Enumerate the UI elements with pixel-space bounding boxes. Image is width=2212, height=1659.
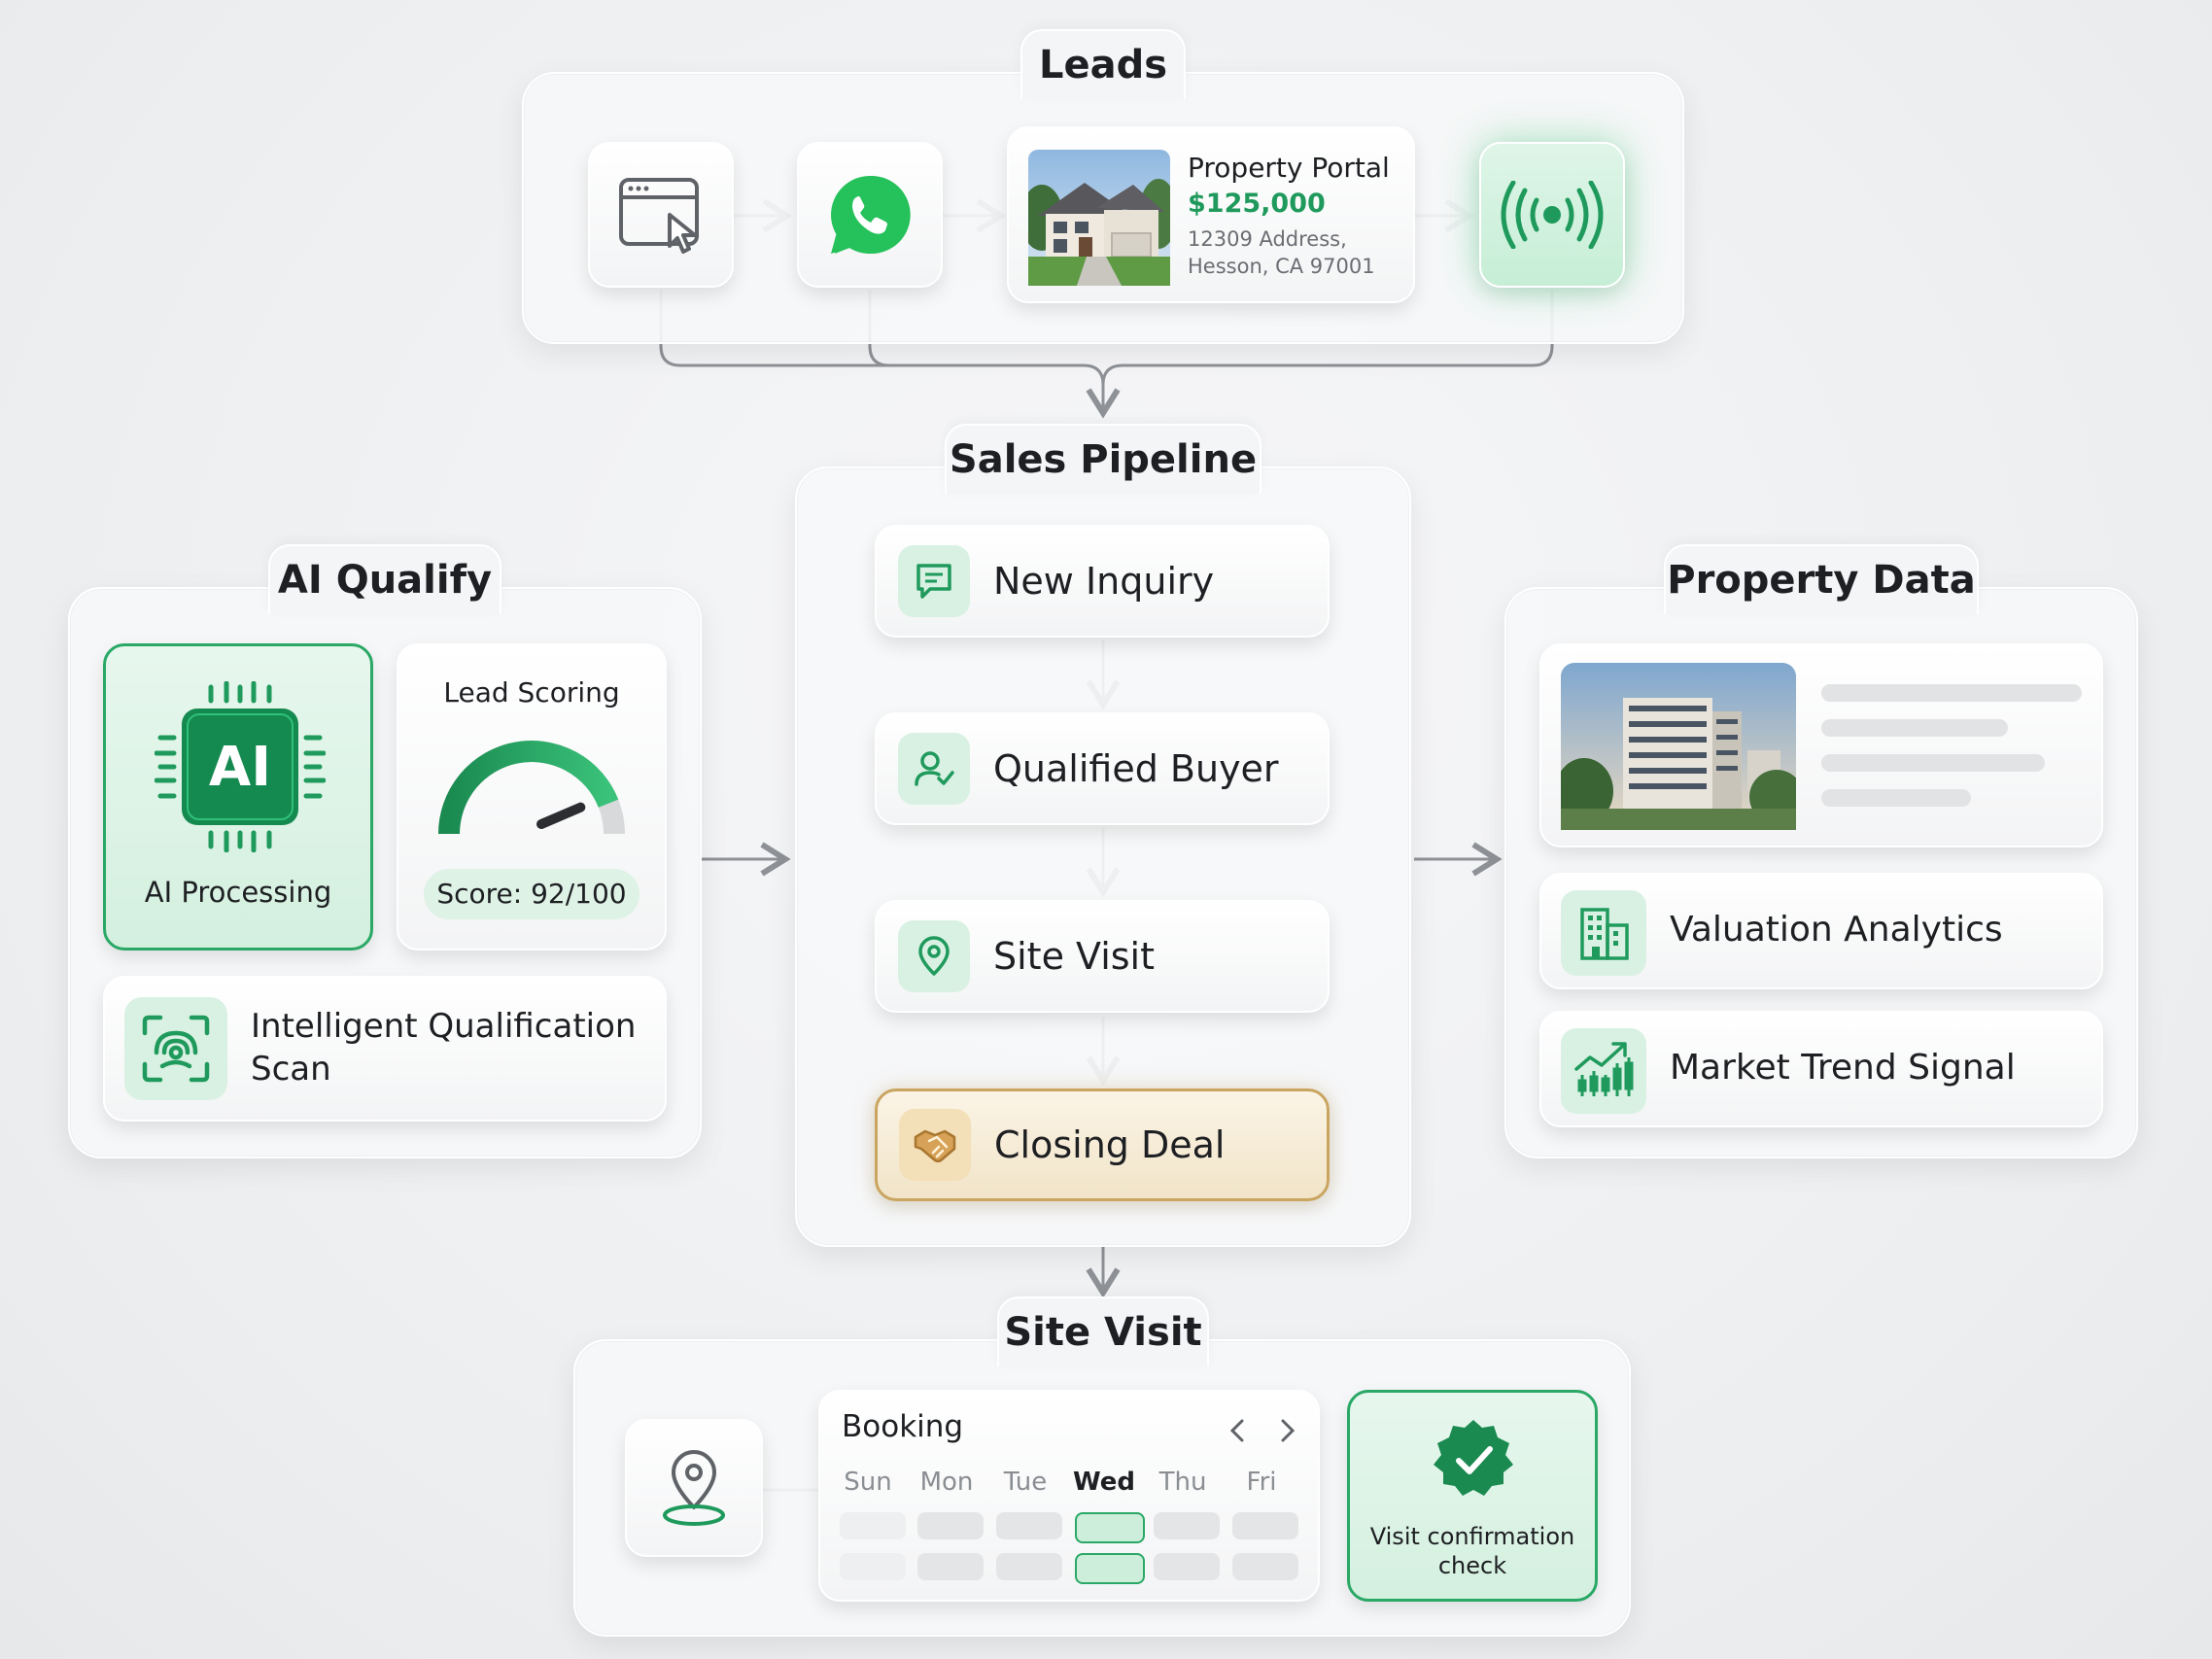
scan-icon-box bbox=[124, 997, 227, 1100]
broadcast-lead-card[interactable] bbox=[1479, 142, 1625, 288]
market-icon-box bbox=[1561, 1028, 1646, 1114]
valuation-label: Valuation Analytics bbox=[1670, 910, 2003, 950]
stage-new-inquiry[interactable]: New Inquiry bbox=[875, 525, 1330, 638]
calendar-slot-selected[interactable] bbox=[1075, 1553, 1145, 1584]
placeholder-line bbox=[1821, 684, 2082, 702]
scan-label-line2: Scan bbox=[251, 1050, 331, 1089]
calendar-slot[interactable] bbox=[917, 1512, 984, 1539]
property-listing-card[interactable] bbox=[1539, 643, 2103, 847]
browser-click-icon bbox=[619, 178, 699, 254]
lead-scoring-title: Lead Scoring bbox=[443, 676, 620, 709]
confirmation-line2: check bbox=[1437, 1552, 1507, 1579]
stage-label: Closing Deal bbox=[994, 1123, 1226, 1166]
sales-pipeline-title: Sales Pipeline bbox=[945, 424, 1262, 494]
confirmation-line1: Visit confirmation bbox=[1369, 1523, 1575, 1550]
booking-card[interactable]: Booking Sun Mon Tue Wed Thu Fri bbox=[818, 1390, 1320, 1602]
market-trend-card[interactable]: Market Trend Signal bbox=[1539, 1011, 2103, 1127]
portal-price: $125,000 bbox=[1188, 189, 1326, 219]
chat-icon bbox=[916, 564, 951, 599]
checkmark-badge-icon bbox=[1434, 1420, 1513, 1496]
stage-qualified-buyer[interactable]: Qualified Buyer bbox=[875, 712, 1330, 825]
ai-processing-label: AI Processing bbox=[144, 876, 332, 909]
valuation-analytics-card[interactable]: Valuation Analytics bbox=[1539, 873, 2103, 989]
portal-title: Property Portal bbox=[1188, 152, 1390, 184]
day-wed: Wed bbox=[1073, 1468, 1135, 1497]
day-fri: Fri bbox=[1246, 1468, 1277, 1497]
calendar-slot[interactable] bbox=[917, 1553, 984, 1580]
stage-site-visit[interactable]: Site Visit bbox=[875, 900, 1330, 1013]
day-mon: Mon bbox=[919, 1468, 974, 1497]
booking-title: Booking bbox=[842, 1409, 964, 1444]
stage-label: New Inquiry bbox=[993, 560, 1215, 603]
lead-scoring-card[interactable]: Lead Scoring Score: 92/100 bbox=[397, 643, 667, 950]
location-pin-icon bbox=[663, 1450, 725, 1526]
calendar-slot[interactable] bbox=[1154, 1512, 1220, 1539]
placeholder-line bbox=[1821, 719, 2008, 737]
web-lead-card[interactable] bbox=[588, 142, 734, 288]
valuation-icon-box bbox=[1561, 890, 1646, 976]
building-photo bbox=[1561, 663, 1796, 830]
score-badge: Score: 92/100 bbox=[424, 869, 639, 919]
scan-label-line1: Intelligent Qualification bbox=[251, 1007, 637, 1046]
calendar-slot[interactable] bbox=[996, 1512, 1062, 1539]
calendar-slot[interactable] bbox=[840, 1512, 906, 1539]
face-scan-icon bbox=[142, 1015, 210, 1083]
visit-location-card[interactable] bbox=[625, 1419, 763, 1557]
chevron-right-icon[interactable] bbox=[1275, 1417, 1298, 1444]
stage-label: Qualified Buyer bbox=[993, 747, 1279, 790]
whatsapp-icon bbox=[831, 175, 911, 254]
stage-icon-box bbox=[899, 1109, 971, 1181]
leads-title: Leads bbox=[1020, 29, 1186, 99]
whatsapp-lead-card[interactable] bbox=[797, 142, 943, 288]
day-tue: Tue bbox=[1003, 1468, 1048, 1497]
chevron-left-icon[interactable] bbox=[1227, 1417, 1250, 1444]
location-pin-icon bbox=[918, 936, 950, 976]
market-label: Market Trend Signal bbox=[1670, 1048, 2016, 1088]
market-chart-icon bbox=[1574, 1042, 1634, 1096]
day-sun: Sun bbox=[844, 1468, 892, 1497]
calendar-slot-selected[interactable] bbox=[1075, 1512, 1145, 1543]
broadcast-icon bbox=[1501, 181, 1604, 249]
ai-processing-card[interactable]: AI AI Processing bbox=[103, 643, 373, 950]
stage-label: Site Visit bbox=[993, 935, 1156, 978]
visit-confirmation-card[interactable]: Visit confirmation check bbox=[1347, 1390, 1598, 1602]
handshake-icon bbox=[914, 1129, 956, 1163]
stage-closing-deal[interactable]: Closing Deal bbox=[875, 1089, 1330, 1201]
calendar-slot[interactable] bbox=[840, 1553, 906, 1580]
property-data-title: Property Data bbox=[1664, 544, 1979, 614]
stage-icon-box bbox=[898, 920, 970, 992]
qualification-scan-card[interactable]: Intelligent Qualification Scan bbox=[103, 976, 667, 1122]
calendar-slot[interactable] bbox=[1154, 1553, 1220, 1580]
placeholder-line bbox=[1821, 754, 2045, 772]
property-portal-card[interactable]: Property Portal $125,000 12309 Address, … bbox=[1007, 126, 1415, 303]
placeholder-line bbox=[1821, 789, 1971, 807]
score-gauge bbox=[438, 741, 625, 835]
house-photo bbox=[1028, 150, 1170, 286]
ai-qualify-title: AI Qualify bbox=[268, 544, 501, 614]
ai-chip-text: AI bbox=[208, 736, 272, 799]
portal-address-line1: 12309 Address, bbox=[1188, 227, 1347, 251]
portal-address-line2: Hesson, CA 97001 bbox=[1188, 255, 1375, 278]
stage-icon-box bbox=[898, 733, 970, 805]
calendar-slot[interactable] bbox=[996, 1553, 1062, 1580]
calendar-slot[interactable] bbox=[1232, 1512, 1298, 1539]
day-thu: Thu bbox=[1158, 1468, 1207, 1497]
building-icon bbox=[1580, 908, 1629, 960]
calendar-slot[interactable] bbox=[1232, 1553, 1298, 1580]
user-check-icon bbox=[915, 751, 954, 786]
stage-icon-box bbox=[898, 545, 970, 617]
site-visit-title: Site Visit bbox=[997, 1296, 1209, 1366]
